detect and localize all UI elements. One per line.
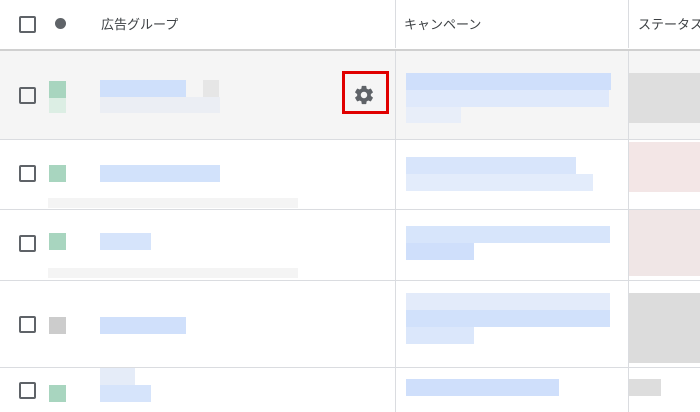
header-divider — [395, 0, 396, 48]
row-checkbox[interactable] — [19, 165, 36, 182]
status-indicator — [49, 385, 66, 402]
table-header: 広告グループ キャンペーン ステータス — [0, 0, 700, 48]
row-checkbox[interactable] — [19, 316, 36, 333]
status-text-redacted — [629, 142, 700, 192]
status-text-redacted — [629, 73, 700, 123]
column-header-campaign[interactable]: キャンペーン — [404, 14, 481, 33]
row-checkbox[interactable] — [19, 87, 36, 104]
status-indicator — [49, 317, 66, 334]
column-header-ad-group[interactable]: 広告グループ — [101, 14, 178, 33]
status-dot-icon[interactable] — [55, 18, 66, 29]
row-checkbox[interactable] — [19, 235, 36, 252]
header-divider — [628, 0, 629, 48]
status-indicator — [49, 165, 66, 182]
campaign-name-redacted[interactable] — [406, 226, 610, 243]
select-all-checkbox[interactable] — [19, 16, 36, 33]
ad-group-name-redacted — [48, 198, 298, 208]
status-indicator — [49, 233, 66, 250]
status-text-redacted — [629, 293, 700, 363]
campaign-name-redacted — [406, 243, 474, 260]
column-header-status[interactable]: ステータス — [638, 14, 700, 33]
ad-group-name-redacted — [48, 268, 298, 278]
campaign-name-redacted[interactable] — [406, 157, 576, 174]
status-indicator-shadow — [49, 98, 66, 113]
campaign-name-redacted[interactable] — [406, 293, 610, 310]
ad-group-name-redacted — [100, 97, 220, 113]
campaign-name-redacted[interactable] — [406, 379, 559, 396]
campaign-name-redacted — [406, 174, 593, 191]
ad-group-name-redacted[interactable] — [100, 233, 151, 250]
table-row[interactable] — [0, 140, 700, 209]
status-text-redacted — [629, 379, 661, 396]
table-row[interactable] — [0, 281, 700, 367]
ad-group-name-redacted[interactable] — [100, 80, 186, 97]
gear-icon[interactable] — [353, 84, 375, 106]
campaign-name-redacted — [406, 327, 474, 344]
ad-group-name-redacted[interactable] — [100, 317, 186, 334]
ad-group-name-redacted[interactable] — [100, 368, 135, 385]
ad-group-name-redacted — [100, 385, 151, 402]
campaign-name-redacted[interactable] — [406, 73, 611, 90]
row-checkbox[interactable] — [19, 382, 36, 399]
ad-group-name-redacted — [203, 80, 219, 97]
ad-group-name-redacted[interactable] — [100, 165, 220, 182]
campaign-name-redacted — [406, 107, 461, 123]
table-row[interactable] — [0, 368, 700, 412]
status-indicator — [49, 81, 66, 98]
campaign-name-redacted — [406, 90, 609, 107]
campaign-name-redacted — [406, 310, 610, 327]
status-text-redacted — [629, 210, 700, 276]
table-row[interactable] — [0, 210, 700, 280]
